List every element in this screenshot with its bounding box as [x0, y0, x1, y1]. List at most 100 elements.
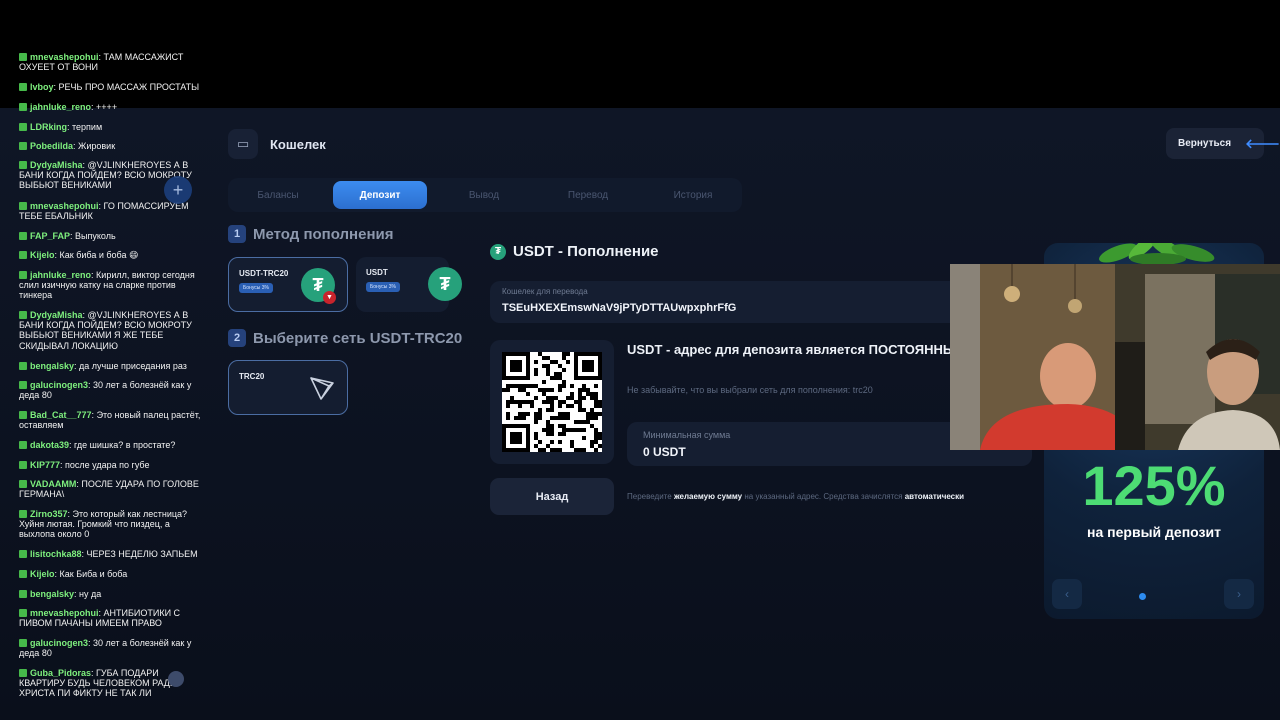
chat-message: Zirno357: Это который как лестница? Хуйн… [19, 509, 188, 540]
step-title: Метод пополнения [253, 225, 394, 243]
tether-icon: ₮ [490, 243, 506, 260]
instr-bold-2: автоматически [904, 492, 965, 501]
step-number: 1 [228, 225, 246, 243]
chat-message: Bad_Cat__777: Это новый палец растёт, ос… [19, 410, 201, 431]
wallet-tabs: Балансы Депозит Вывод Перевод История [228, 178, 742, 212]
chat-message: jahnluke_reno: ++++ [19, 102, 207, 112]
chat-message: mnevashepohui: ТАМ МАССАЖИСТ ОХУЕЕТ ОТ В… [19, 52, 184, 73]
promo-pager-dot[interactable] [1139, 593, 1146, 600]
tab-history[interactable]: История [646, 181, 740, 209]
back-button[interactable]: Назад [490, 478, 614, 515]
qr-code [502, 352, 602, 452]
chat-username[interactable]: DydyaMisha [30, 310, 83, 320]
chat-username[interactable]: jahnluke_reno [30, 270, 91, 280]
chat-message: mnevashepohui: ГО ПОМАССИРУЕМ ТЕБЕ ЕБАЛЬ… [19, 201, 189, 222]
tron-icon [310, 377, 334, 400]
chat-badge-icon [19, 202, 27, 210]
avatar [168, 671, 184, 687]
chat-message: Kijelo: Как биба и боба 😄 [19, 250, 207, 260]
chat-username[interactable]: KIP777 [30, 460, 60, 470]
chat-username[interactable]: mnevashepohui [30, 52, 99, 62]
chat-username[interactable]: FAP_FAP [30, 231, 70, 241]
wallet-header: ▭ Кошелек [228, 128, 326, 160]
chat-text: да лучше приседания раз [79, 361, 187, 371]
chat-badge-icon [19, 461, 27, 469]
chat-badge-icon [19, 271, 27, 279]
chat-message: DydyaMisha: @VJLINKHEROYES А В БАНИ КОГД… [19, 310, 192, 351]
chat-badge-icon [19, 232, 27, 240]
step-number: 2 [228, 329, 246, 347]
chat-message: bengalsky: да лучше приседания раз [19, 361, 207, 371]
chat-username[interactable]: LDRking [30, 122, 67, 132]
method-card-usdt-trc20[interactable]: USDT-TRC20 Бонусы 3% ₮ ▼ [228, 257, 348, 312]
promo-next-button[interactable]: › [1224, 579, 1254, 609]
chat-text: ЧЕРЕЗ НЕДЕЛЮ ЗАПЬЕМ [86, 549, 198, 559]
chat-message: dakota39: где шишка? в простате? [19, 440, 207, 450]
chat-username[interactable]: bengalsky [30, 361, 74, 371]
chat-badge-icon [19, 639, 27, 647]
chat-message: KIP777: после удара по губе [19, 460, 207, 470]
chat-username[interactable]: galucinogen3 [30, 638, 88, 648]
chat-username[interactable]: Bad_Cat__777 [30, 410, 92, 420]
deposit-title: ₮ USDT - Пополнение [490, 243, 659, 260]
chat-username[interactable]: Guba_Pidoras [30, 668, 91, 678]
chat-username[interactable]: Kijelo [30, 569, 55, 579]
tab-withdraw[interactable]: Вывод [437, 181, 531, 209]
wallet-address-value: TSEuHXEXEmswNaV9jPTyDTTAUwpxphrFfG [502, 302, 737, 314]
tab-transfer[interactable]: Перевод [541, 181, 635, 209]
chat-username[interactable]: dakota39 [30, 440, 69, 450]
arrow-left-icon: 🡐 [1245, 135, 1280, 151]
chat-username[interactable]: galucinogen3 [30, 380, 88, 390]
chat-message: bengalsky: ну да [19, 589, 207, 599]
webcam-overlay [950, 264, 1280, 450]
chat-username[interactable]: lvboy [30, 82, 54, 92]
tab-deposit[interactable]: Депозит [333, 181, 427, 209]
chat-badge-icon [19, 311, 27, 319]
chat-username[interactable]: mnevashepohui [30, 608, 99, 618]
network-name: TRC20 [239, 372, 265, 381]
chat-username[interactable]: jahnluke_reno [30, 102, 91, 112]
step-title: Выберите сеть USDT-TRC20 [253, 329, 463, 347]
instr-part-2: на указанный адрес. Средства зачислятся [744, 492, 903, 501]
chat-text: Жировик [78, 141, 116, 151]
chat-message: FAP_FAP: Выпуколь [19, 231, 207, 241]
chat-message: lisitochka88: ЧЕРЕЗ НЕДЕЛЮ ЗАПЬЕМ [19, 549, 207, 559]
tab-balances[interactable]: Балансы [231, 181, 325, 209]
chat-badge-icon [19, 590, 27, 598]
bonus-badge: Бонусы 3% [366, 282, 400, 292]
plus-icon[interactable]: + [164, 176, 192, 204]
network-reminder-text: Не забывайте, что вы выбрали сеть для по… [627, 385, 873, 395]
wallet-address-label: Кошелек для перевода [502, 287, 588, 296]
chat-username[interactable]: Zirno357 [30, 509, 68, 519]
promo-prev-button[interactable]: ‹ [1052, 579, 1082, 609]
chat-message: lvboy: РЕЧЬ ПРО МАССАЖ ПРОСТАТЫ [19, 82, 207, 92]
return-button[interactable]: Вернуться 🡐 [1166, 128, 1280, 159]
wallet-title: Кошелек [270, 136, 326, 152]
chat-badge-icon [19, 103, 27, 111]
chat-username[interactable]: Kijelo [30, 250, 55, 260]
chat-message: Pobedilda: Жировик [19, 141, 207, 151]
deposit-title-text: USDT - Пополнение [513, 243, 659, 260]
chat-username[interactable]: VADAAMM [30, 479, 76, 489]
minimum-amount-value: 0 USDT [643, 445, 686, 459]
qr-code-panel [490, 340, 614, 464]
network-card-trc20[interactable]: TRC20 [228, 360, 348, 415]
method-card-usdt[interactable]: USDT Бонусы 3% ₮ [356, 257, 462, 312]
chat-username[interactable]: Pobedilda [30, 141, 73, 151]
chat-username[interactable]: lisitochka88 [30, 549, 82, 559]
chat-text: Как биба и боба 😄 [59, 250, 139, 260]
chat-text: РЕЧЬ ПРО МАССАЖ ПРОСТАТЫ [58, 82, 200, 92]
chat-username[interactable]: bengalsky [30, 589, 74, 599]
chat-username[interactable]: DydyaMisha [30, 160, 83, 170]
promo-subtitle: на первый депозит [1087, 524, 1221, 540]
webcam-image [950, 264, 1280, 450]
chat-message: galucinogen3: 30 лет а болезнёй как у де… [19, 638, 192, 659]
instr-bold-1: желаемую сумму [673, 492, 743, 501]
chat-badge-icon [19, 123, 27, 131]
chat-text: ну да [79, 589, 102, 599]
chat-username[interactable]: mnevashepohui [30, 201, 99, 211]
chat-text: Выпуколь [75, 231, 116, 241]
chat-badge-icon [19, 251, 27, 259]
wallet-address-field[interactable]: Кошелек для перевода TSEuHXEXEmswNaV9jPT… [490, 281, 960, 323]
step-network-heading: 2 Выберите сеть USDT-TRC20 [228, 329, 462, 347]
